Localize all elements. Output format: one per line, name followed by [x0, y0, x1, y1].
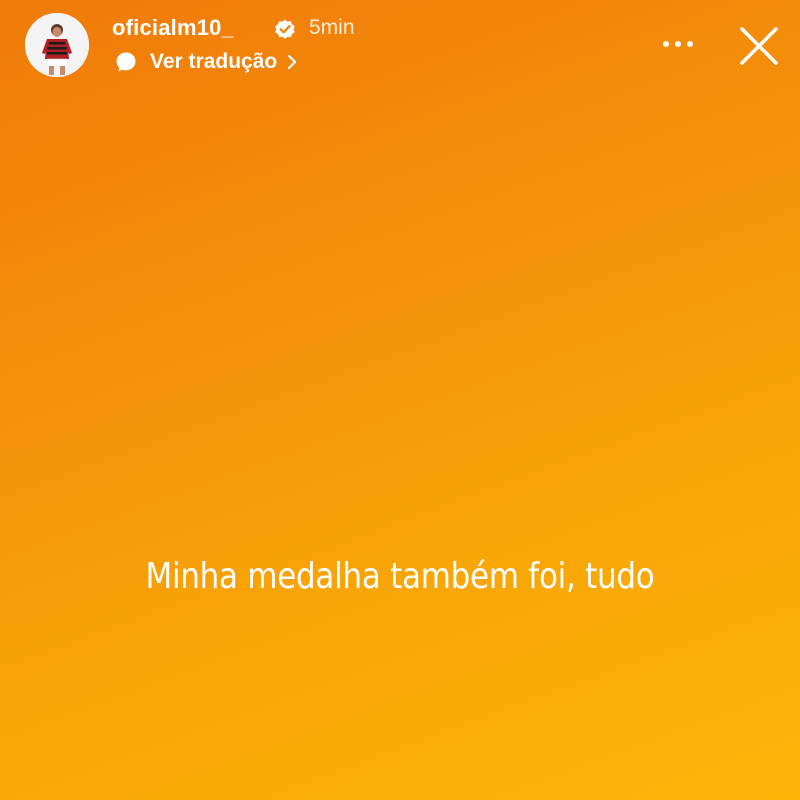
translate-button[interactable]: Ver tradução [114, 49, 299, 75]
story-header: oficialm10_ 5min Ver tradução [0, 0, 800, 90]
close-icon[interactable] [738, 25, 780, 67]
speech-bubble-icon [116, 52, 136, 72]
avatar-image [25, 13, 89, 77]
username[interactable]: oficialm10_ [112, 15, 234, 41]
chevron-right-icon [288, 54, 297, 70]
translate-label: Ver tradução [150, 50, 278, 73]
story-caption: Minha medalha também foi, tudo [145, 556, 655, 597]
verified-badge-icon [273, 17, 297, 41]
post-time: 5min [309, 16, 355, 39]
story-view[interactable]: oficialm10_ 5min Ver tradução Minha meda… [0, 0, 800, 800]
avatar[interactable] [25, 13, 89, 77]
more-options-icon[interactable] [660, 32, 696, 56]
